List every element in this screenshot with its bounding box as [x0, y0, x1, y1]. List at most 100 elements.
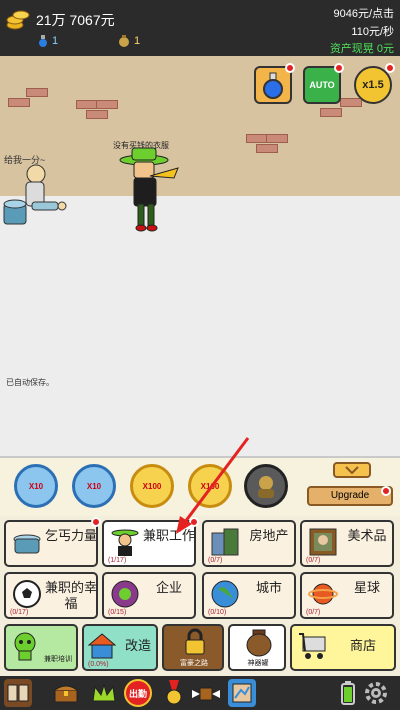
tile-count: (0/15) [108, 609, 127, 616]
tile-count: (0/7) [306, 609, 321, 616]
brick [340, 98, 362, 107]
brick [320, 108, 342, 117]
potion-count: 1 [38, 35, 58, 47]
tile-label: 富豪之路 [180, 660, 208, 667]
collapse-arrow-tab[interactable] [333, 462, 371, 478]
skill-button-1[interactable]: X10 [14, 464, 58, 508]
beggar-power-tile[interactable]: 乞丐力量 [4, 517, 101, 567]
floor [0, 196, 400, 456]
tile-label: 兼职的幸福 [44, 580, 97, 611]
skill-label: X10 [28, 481, 44, 491]
remodel-tile[interactable]: 改造 (0.0%) [82, 624, 158, 671]
brick [26, 88, 48, 97]
tile-label: 美术品 [347, 528, 387, 543]
training-tile[interactable]: 兼职培训 [4, 624, 78, 671]
auto-button[interactable]: AUTO [303, 63, 344, 104]
crown-icon[interactable] [90, 679, 118, 707]
tile-count: (0.0%) [88, 661, 109, 668]
battery-icon [334, 679, 362, 707]
tile-label: 城市 [255, 580, 282, 595]
potion-button[interactable] [254, 63, 295, 104]
menu-grid: 乞丐力量 兼职工作 (1/17) 房地产 (0/7) 美术品 (0/7) 兼职的… [0, 516, 400, 676]
money-bag-count-value: 1 [134, 35, 141, 47]
tile-label: 兼职培训 [44, 656, 72, 663]
brick [246, 134, 268, 143]
bottom-navigation: 出勤 [0, 676, 400, 710]
assets-label: 资产现晃 [329, 43, 374, 55]
brick [86, 110, 108, 119]
notification-dot [381, 486, 391, 496]
beggar-character [2, 162, 72, 232]
worker-icon [110, 527, 140, 557]
city-tile[interactable]: 城市 (0/10) [202, 572, 296, 619]
top-stats-bar: 21万 7067元 1 1 9046元/点击 110元/秒 资产现晃 0元 [0, 0, 400, 56]
treasure-chest-icon[interactable] [52, 679, 80, 707]
tile-count: (0/7) [208, 557, 223, 564]
money-bag-count: 1 [118, 35, 140, 47]
planet-tile[interactable]: 星球 (0/7) [300, 572, 394, 619]
soccer-ball-icon [12, 579, 42, 609]
tile-label: 企业 [155, 580, 182, 595]
settings-gear-icon[interactable] [362, 679, 390, 707]
tile-label: 乞丐力量 [44, 528, 97, 543]
tile-label: 改造 [124, 638, 151, 653]
character-silhouette-icon [253, 473, 279, 499]
potion-icon [38, 35, 48, 47]
brick [8, 98, 30, 107]
attendance-button[interactable]: 出勤 [124, 679, 152, 707]
assets-value: 0元 [376, 43, 394, 55]
notification-dot [285, 63, 295, 73]
globe-icon [210, 579, 240, 609]
shop-tile[interactable]: 商店 [290, 624, 396, 671]
money-bag-icon [118, 35, 130, 47]
house-icon [87, 631, 117, 661]
income-per-second: 110元/秒 [351, 26, 394, 38]
upgrade-button[interactable]: Upgrade [307, 486, 393, 506]
enterprise-tile[interactable]: 企业 (0/15) [102, 572, 196, 619]
skill-button-3[interactable]: X100 [130, 464, 174, 508]
shopping-cart-icon [298, 631, 328, 661]
planet-icon [308, 579, 338, 609]
book-icon[interactable] [4, 679, 32, 707]
tile-label: 商店 [349, 638, 376, 653]
medal-icon[interactable] [160, 679, 188, 707]
tile-count: (0/7) [306, 557, 321, 564]
map-icon[interactable] [228, 679, 256, 707]
tile-count: (0/17) [10, 609, 29, 616]
tile-count: (0/10) [208, 609, 227, 616]
notification-dot [334, 63, 344, 73]
brick [96, 100, 118, 109]
part-time-happiness-tile[interactable]: 兼职的幸福 (0/17) [4, 572, 98, 619]
autosave-message: 已自动保存。 [6, 378, 54, 387]
winged-chest-icon[interactable] [190, 679, 222, 707]
tutorial-arrow-icon [172, 436, 252, 536]
skill-button-2[interactable]: X10 [72, 464, 116, 508]
art-tile[interactable]: 美术品 (0/7) [300, 520, 394, 567]
coin-stack-icon [6, 8, 30, 30]
skill-label: X10 [86, 481, 102, 491]
brick [266, 134, 288, 143]
notification-dot [385, 63, 395, 73]
bowl-icon [12, 527, 42, 557]
assets-display: 资产现晃 0元 [330, 40, 394, 56]
tile-label: 神器罐 [247, 660, 269, 667]
brick [76, 100, 98, 109]
potion-count-value: 1 [52, 35, 59, 47]
game-scene[interactable]: AUTO x1.5 给我一分~ 没有买钱的衣服 已自动保存。 [0, 56, 400, 456]
lock-icon [180, 628, 210, 658]
notification-dot [91, 517, 101, 527]
player-character[interactable] [114, 146, 184, 236]
auto-label: AUTO [309, 80, 335, 90]
artifact-jar-tile[interactable]: 神器罐 [228, 624, 286, 671]
brick [256, 144, 278, 153]
skill-label: X100 [142, 481, 162, 491]
potion-icon [260, 71, 286, 99]
jar-icon [244, 628, 274, 658]
multiplier-button[interactable]: x1.5 [354, 63, 395, 104]
multiplier-label: x1.5 [362, 79, 384, 91]
chevron-down-icon [345, 466, 359, 474]
rich-road-tile[interactable]: 富豪之路 [162, 624, 224, 671]
money-total: 21万 7067元 [36, 12, 115, 28]
attendance-label: 出勤 [128, 688, 147, 699]
company-emblem-icon [110, 579, 140, 609]
